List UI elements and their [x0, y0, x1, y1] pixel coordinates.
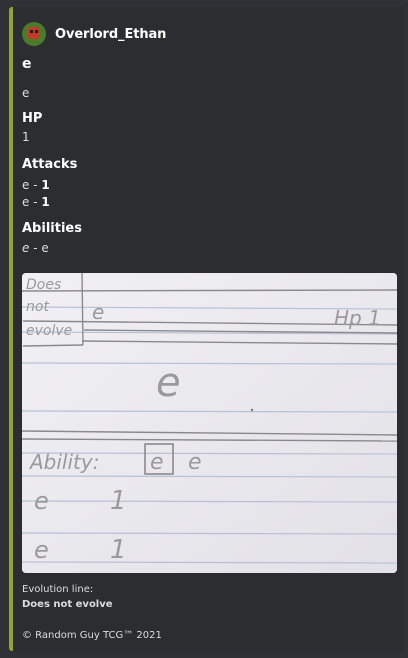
evolution-value: Does not evolve	[22, 599, 113, 610]
attack-damage: 1	[41, 178, 50, 192]
ability-label: Ability:	[28, 450, 99, 474]
embed-description: e	[22, 86, 30, 100]
field-abilities-name: Abilities	[22, 221, 82, 236]
ability-text: e	[188, 450, 202, 475]
evolve-word-2: not	[26, 299, 49, 315]
embed-footer: © Random Guy TCG™ 2021	[22, 630, 162, 641]
card-photo: Does not evolve e Hp 1 e Ability: e e e …	[22, 273, 397, 573]
avatar-eye-left	[30, 30, 33, 33]
evolution-label: Evolution line:	[22, 584, 94, 595]
attack2-damage: 1	[110, 535, 127, 565]
attack-damage: 1	[41, 195, 50, 209]
ability-sep: -	[29, 241, 42, 255]
attack1-name: e	[34, 487, 49, 515]
card-name: e	[92, 300, 104, 324]
card-big-letter: e	[156, 360, 181, 406]
author-avatar[interactable]	[22, 22, 46, 46]
ability-boxed-letter: e	[150, 450, 164, 475]
field-hp-value: 1	[22, 130, 30, 144]
embed-author[interactable]: Overlord_Ethan	[22, 22, 166, 46]
attack-line-1: e - 1	[22, 178, 50, 192]
evolve-word-1: Does	[26, 277, 61, 293]
pencil-dot	[250, 408, 254, 412]
author-name[interactable]: Overlord_Ethan	[55, 27, 166, 42]
embed-image[interactable]: Does not evolve e Hp 1 e Ability: e e e …	[22, 273, 397, 573]
field-hp-name: HP	[22, 111, 43, 126]
card-hp: Hp 1	[334, 306, 381, 330]
embed-title: e	[22, 56, 32, 72]
ability-line: e - e	[22, 241, 49, 255]
ability-text: e	[41, 241, 49, 255]
attack1-damage: 1	[110, 486, 127, 516]
avatar-face	[28, 27, 40, 39]
avatar-eye-right	[35, 30, 38, 33]
attack2-name: e	[34, 536, 49, 564]
attack-sep: -	[29, 195, 42, 209]
attack-sep: -	[29, 178, 42, 192]
attack-line-2: e - 1	[22, 195, 50, 209]
evolve-word-3: evolve	[26, 323, 72, 339]
field-attacks-name: Attacks	[22, 157, 78, 172]
